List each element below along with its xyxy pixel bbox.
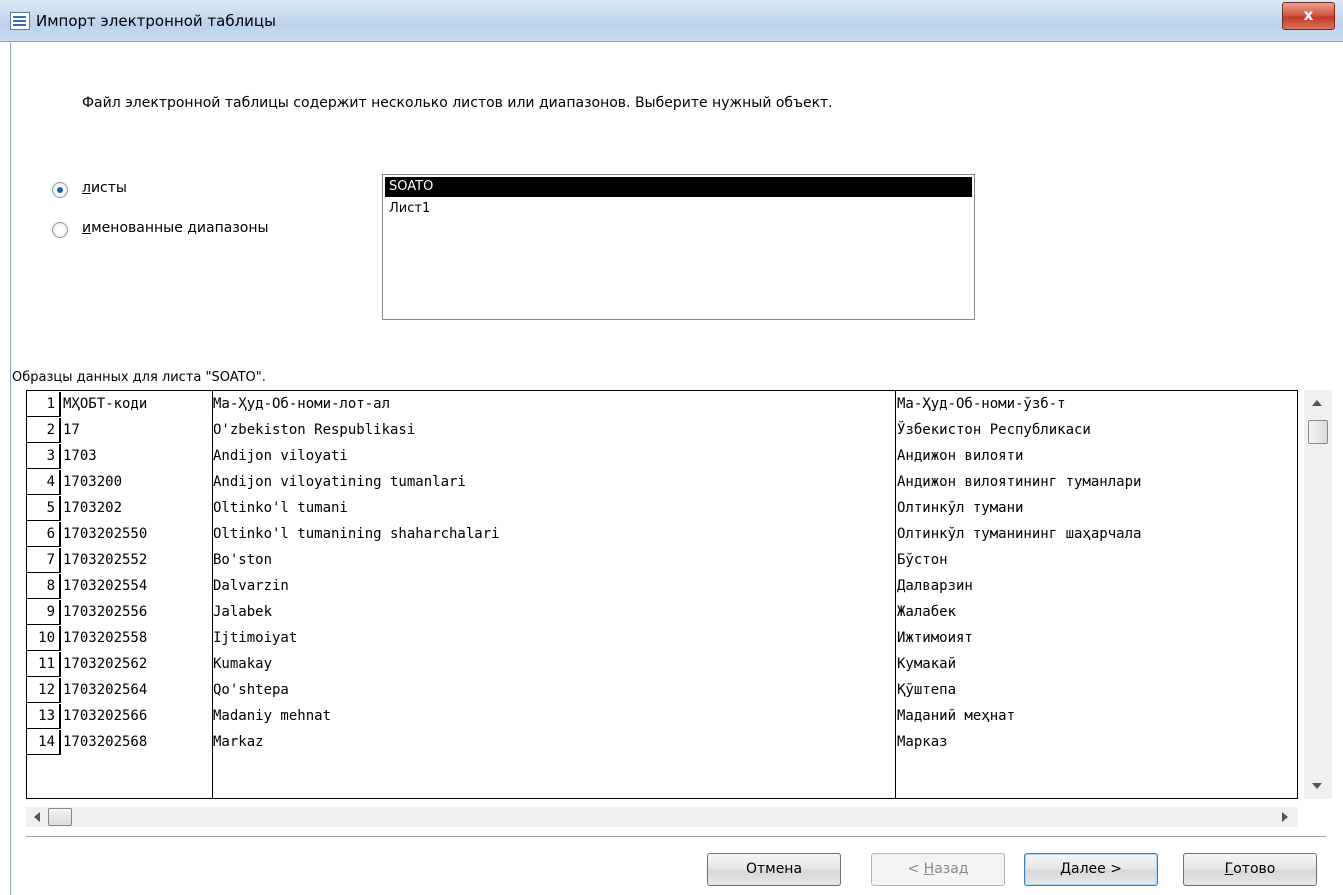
cell-name-latin: Oltinko'l tumani bbox=[213, 500, 348, 516]
sample-data-grid[interactable]: 1 МҲОБТ-коди Ма-Ҳуд-Об-номи-лот-ал Ма-Ҳуд-О… bbox=[26, 390, 1298, 799]
title-bar[interactable]: Импорт электронной таблицы x bbox=[0, 0, 1343, 42]
cell-name-latin: Kumakay bbox=[213, 656, 273, 672]
table-row: 1 МҲОБТ-коди Ма-Ҳуд-Об-номи-лот-ал Ма-Ҳуд-О… bbox=[27, 392, 1297, 418]
row-number: 13 bbox=[27, 704, 61, 729]
table-row: 9 1703202556 Jalabek Жалабек bbox=[27, 600, 1297, 626]
scroll-up-icon[interactable] bbox=[1312, 400, 1322, 406]
row-number: 4 bbox=[27, 470, 61, 495]
table-row: 6 1703202550 Oltinko'l tumanining shaharch… bbox=[27, 522, 1297, 548]
cell-name-uzbek: Ўзбекистон Республикаси bbox=[897, 422, 1091, 438]
cell-name-latin: Bo'ston bbox=[213, 552, 273, 568]
horizontal-scrollbar[interactable] bbox=[26, 807, 1298, 827]
cell-name-latin: Ijtimoiyat bbox=[213, 630, 298, 646]
row-number: 7 bbox=[27, 548, 61, 573]
sheets-radio-label[interactable]: листы bbox=[82, 180, 127, 196]
object-listbox[interactable]: SOATO Лист1 bbox=[382, 174, 975, 320]
row-number: 8 bbox=[27, 574, 61, 599]
table-row: 11 1703202562 Kumakay Кумакай bbox=[27, 652, 1297, 678]
sheets-radio[interactable] bbox=[52, 182, 68, 198]
cell-code: 1703202550 bbox=[63, 526, 148, 542]
cell-name-latin: Markaz bbox=[213, 734, 264, 750]
table-row: 3 1703 Andijon viloyati Андижон вилояти bbox=[27, 444, 1297, 470]
cell-code: 1703202564 bbox=[63, 682, 148, 698]
cell-name-uzbek: Кумакай bbox=[897, 656, 957, 672]
next-button[interactable]: Далее > bbox=[1024, 853, 1158, 886]
cell-name-uzbek: Қўштепа bbox=[897, 682, 957, 698]
table-row: 12 1703202564 Qo'shtepa Қўштепа bbox=[27, 678, 1297, 704]
named-ranges-radio-label[interactable]: именованные диапазоны bbox=[82, 220, 269, 236]
scroll-right-icon[interactable] bbox=[1282, 812, 1288, 822]
list-item-list1[interactable]: Лист1 bbox=[385, 199, 972, 219]
cell-name-uzbek: Ма-Ҳуд-Об-номи-ўзб-т bbox=[897, 396, 1066, 412]
cell-code: 1703202568 bbox=[63, 734, 148, 750]
cell-code: 1703202556 bbox=[63, 604, 148, 620]
row-number: 2 bbox=[27, 418, 61, 443]
back-button[interactable]: < Назад bbox=[871, 853, 1005, 886]
table-row: 4 1703200 Andijon viloyatining tumanlari Ан… bbox=[27, 470, 1297, 496]
cell-name-uzbek: Марказ bbox=[897, 734, 948, 750]
access-form-icon bbox=[10, 12, 30, 30]
sample-data-label: Образцы данных для листа "SOATO". bbox=[12, 370, 266, 385]
table-row: 14 1703202568 Markaz Марказ bbox=[27, 730, 1297, 756]
cell-code: 1703202554 bbox=[63, 578, 148, 594]
cell-name-uzbek: Олтинкўл туманининг шаҳарчала bbox=[897, 526, 1142, 542]
row-number: 6 bbox=[27, 522, 61, 547]
row-number: 14 bbox=[27, 730, 61, 755]
cell-name-latin: Qo'shtepa bbox=[213, 682, 289, 698]
cell-name-latin: O'zbekiston Respublikasi bbox=[213, 422, 416, 438]
cell-code: 1703202 bbox=[63, 500, 123, 516]
cell-name-uzbek: Ижтимоият bbox=[897, 630, 973, 646]
import-spreadsheet-dialog: Импорт электронной таблицы x Файл электр… bbox=[0, 0, 1343, 895]
row-number: 1 bbox=[27, 392, 61, 417]
footer-separator bbox=[26, 836, 1326, 837]
cell-name-uzbek: Бўстон bbox=[897, 552, 948, 568]
row-number: 11 bbox=[27, 652, 61, 677]
cell-name-uzbek: Андижон вилояти bbox=[897, 448, 1024, 464]
window-title: Импорт электронной таблицы bbox=[36, 12, 276, 30]
cell-name-uzbek: Жалабек bbox=[897, 604, 957, 620]
table-row: 10 1703202558 Ijtimoiyat Ижтимоият bbox=[27, 626, 1297, 652]
table-row: 2 17 O'zbekiston Respublikasi Ўзбекистон Ре… bbox=[27, 418, 1297, 444]
cell-code: 1703 bbox=[63, 448, 97, 464]
horizontal-scroll-thumb[interactable] bbox=[48, 808, 72, 826]
cell-code: 1703202566 bbox=[63, 708, 148, 724]
vertical-scroll-thumb[interactable] bbox=[1308, 420, 1328, 444]
close-button[interactable]: x bbox=[1282, 2, 1335, 30]
table-row: 7 1703202552 Bo'ston Бўстон bbox=[27, 548, 1297, 574]
cell-name-uzbek: Далварзин bbox=[897, 578, 973, 594]
cell-name-latin: Andijon viloyatining tumanlari bbox=[213, 474, 466, 490]
cell-name-uzbek: Маданий меҳнат bbox=[897, 708, 1016, 724]
row-number: 10 bbox=[27, 626, 61, 651]
cell-name-latin: Andijon viloyati bbox=[213, 448, 348, 464]
row-number: 9 bbox=[27, 600, 61, 625]
scroll-left-icon[interactable] bbox=[34, 812, 40, 822]
finish-button[interactable]: Готово bbox=[1183, 853, 1317, 886]
list-item-soato[interactable]: SOATO bbox=[385, 177, 972, 197]
cell-code: 1703200 bbox=[63, 474, 123, 490]
cell-name-uzbek: Андижон вилоятининг туманлари bbox=[897, 474, 1142, 490]
row-number: 5 bbox=[27, 496, 61, 521]
cell-code: 1703202552 bbox=[63, 552, 148, 568]
cancel-button[interactable]: Отмена bbox=[707, 853, 841, 886]
cell-name-latin: Madaniy mehnat bbox=[213, 708, 332, 724]
named-ranges-radio[interactable] bbox=[52, 222, 68, 238]
vertical-scrollbar[interactable] bbox=[1304, 390, 1332, 799]
instruction-text: Файл электронной таблицы содержит нескол… bbox=[82, 95, 833, 111]
cell-name-latin: Jalabek bbox=[213, 604, 273, 620]
row-number: 12 bbox=[27, 678, 61, 703]
cell-code: 1703202558 bbox=[63, 630, 148, 646]
cell-name-uzbek: Олтинкўл тумани bbox=[897, 500, 1024, 516]
table-row: 8 1703202554 Dalvarzin Далварзин bbox=[27, 574, 1297, 600]
cell-name-latin: Oltinko'l tumanining shaharchalari bbox=[213, 526, 500, 542]
cell-name-latin: Ма-Ҳуд-Об-номи-лот-ал bbox=[213, 396, 391, 412]
row-number: 3 bbox=[27, 444, 61, 469]
cell-name-latin: Dalvarzin bbox=[213, 578, 289, 594]
cell-code: МҲОБТ-коди bbox=[63, 396, 148, 412]
table-row: 5 1703202 Oltinko'l tumani Олтинкўл тумани bbox=[27, 496, 1297, 522]
cell-code: 17 bbox=[63, 422, 80, 438]
cell-code: 1703202562 bbox=[63, 656, 148, 672]
scroll-down-icon[interactable] bbox=[1312, 783, 1322, 789]
table-row: 13 1703202566 Madaniy mehnat Маданий меҳнат bbox=[27, 704, 1297, 730]
